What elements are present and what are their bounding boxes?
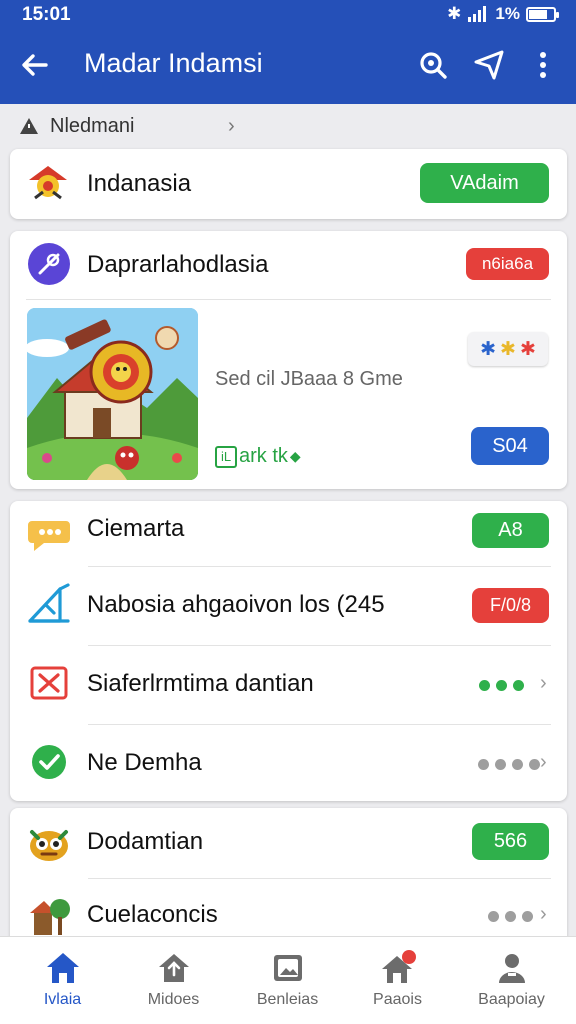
nav-label: Benleias bbox=[256, 991, 319, 1008]
game-header-label: Daprarlahodlasia bbox=[87, 251, 269, 278]
list-item-label: Siaferlrmtima dantian bbox=[87, 670, 314, 697]
signal-icon bbox=[468, 6, 487, 22]
chat-bubble-icon bbox=[28, 521, 70, 551]
region-label: Indanasia bbox=[87, 170, 192, 197]
more-vert-icon[interactable] bbox=[528, 48, 558, 82]
monster-face-icon bbox=[30, 830, 68, 861]
nav-label: Paaois bbox=[373, 991, 422, 1008]
red-star-icon: ✱ bbox=[519, 338, 536, 360]
game-header-badge[interactable]: n6ia6a bbox=[466, 248, 549, 280]
game-card[interactable]: Daprarlahodlasia n6ia6a Sed cil JBaaa 8 … bbox=[10, 231, 567, 489]
settings-list-card: Ciemarta A8 Nabosia ahgaoivon los (245 F… bbox=[10, 501, 567, 801]
list-item[interactable]: Nabosia ahgaoivon los (245 F/0/8 bbox=[10, 567, 567, 645]
top-app-bar: 15:01 ✱ 1% Madar Indamsi bbox=[0, 0, 576, 104]
list-item-badge[interactable]: 566 bbox=[472, 823, 549, 860]
chevron-right-icon: › bbox=[540, 903, 547, 925]
game-thumbnail[interactable] bbox=[27, 308, 198, 480]
status-indicators: ✱ 1% bbox=[447, 4, 559, 24]
check-circle-icon bbox=[32, 745, 66, 779]
upload-home-icon bbox=[158, 954, 189, 982]
chevron-right-icon: › bbox=[540, 751, 547, 773]
nav-label: Baapoiay bbox=[478, 991, 545, 1008]
warning-triangle-icon bbox=[20, 118, 38, 134]
send-icon[interactable] bbox=[472, 48, 506, 82]
color-options-chip[interactable]: ✱ ✱ ✱ bbox=[468, 332, 548, 366]
temple-mascot-icon bbox=[29, 166, 67, 200]
mark-text: ark tk bbox=[239, 445, 288, 467]
list-item-label: Ne Demha bbox=[87, 749, 202, 776]
close-box-icon bbox=[30, 666, 68, 700]
game-action-button[interactable]: S04 bbox=[471, 427, 549, 465]
satellite-icon bbox=[28, 243, 70, 285]
nav-item-notifications[interactable]: Paaois bbox=[340, 937, 455, 1024]
yellow-star-icon: ✱ bbox=[500, 338, 516, 360]
nav-item-home[interactable]: Ivlaia bbox=[5, 937, 120, 1024]
blue-star-icon: ✱ bbox=[480, 338, 497, 360]
list-item-label: Ciemarta bbox=[87, 515, 185, 542]
mark-box-icon: iL bbox=[215, 445, 237, 468]
arrow-left-icon[interactable] bbox=[18, 48, 52, 82]
status-dots bbox=[488, 911, 533, 922]
nav-label: Midoes bbox=[147, 991, 200, 1008]
nav-item-videos[interactable]: Midoes bbox=[116, 937, 231, 1024]
battery-icon bbox=[526, 6, 559, 22]
chart-triangle-icon bbox=[28, 583, 70, 623]
page-title: Madar Indamsi bbox=[84, 48, 263, 78]
list-item[interactable]: Dodamtian 566 bbox=[10, 808, 567, 878]
chevron-right-icon: › bbox=[228, 115, 235, 137]
list-item[interactable]: Ne Demha › bbox=[10, 725, 567, 801]
tree-house-icon bbox=[30, 899, 70, 935]
bluetooth-icon: ✱ bbox=[447, 4, 462, 23]
nav-item-profile[interactable]: Baapoiay bbox=[454, 937, 569, 1024]
game-title: Sed cil JBaaa 8 Gme bbox=[215, 368, 403, 390]
battery-percent: 1% bbox=[495, 4, 520, 23]
chevron-right-icon: › bbox=[540, 672, 547, 694]
home-icon bbox=[46, 953, 79, 983]
divider bbox=[26, 299, 551, 300]
nav-label: Ivlaia bbox=[43, 991, 82, 1008]
extras-list-card: Dodamtian 566 Cuelaconcis › bbox=[10, 808, 567, 948]
notifications-home-icon bbox=[381, 950, 416, 983]
status-dots bbox=[478, 759, 540, 770]
list-item-label: Dodamtian bbox=[87, 828, 204, 855]
profile-icon bbox=[498, 954, 525, 983]
gallery-icon bbox=[273, 955, 302, 981]
region-card[interactable]: Indanasia VAdaim bbox=[10, 149, 567, 219]
app-bar: Madar Indamsi bbox=[0, 34, 576, 96]
bottom-navigation: Ivlaia Midoes Benleias Paaois Baapoiay bbox=[0, 936, 576, 1024]
game-mark[interactable]: iL ark tk ◆ bbox=[215, 445, 301, 468]
diamond-icon: ◆ bbox=[289, 448, 301, 464]
breadcrumb-label: Nledmani bbox=[50, 114, 135, 137]
region-action-button[interactable]: VAdaim bbox=[420, 163, 549, 203]
list-item-badge[interactable]: F/0/8 bbox=[472, 588, 549, 623]
list-item[interactable]: Ciemarta A8 bbox=[10, 501, 567, 566]
list-item-label: Nabosia ahgaoivon los (245 bbox=[87, 591, 385, 618]
game-artwork-image bbox=[27, 308, 198, 480]
status-dots bbox=[479, 680, 524, 691]
status-time: 15:01 bbox=[22, 4, 71, 25]
list-item[interactable]: Siaferlrmtima dantian › bbox=[10, 646, 567, 724]
list-item-label: Cuelaconcis bbox=[87, 901, 218, 928]
breadcrumb[interactable]: Nledmani › bbox=[18, 113, 235, 139]
nav-item-gallery[interactable]: Benleias bbox=[230, 937, 345, 1024]
search-icon[interactable] bbox=[416, 48, 450, 82]
status-bar: 15:01 ✱ 1% bbox=[0, 0, 576, 28]
list-item-badge[interactable]: A8 bbox=[472, 513, 549, 548]
